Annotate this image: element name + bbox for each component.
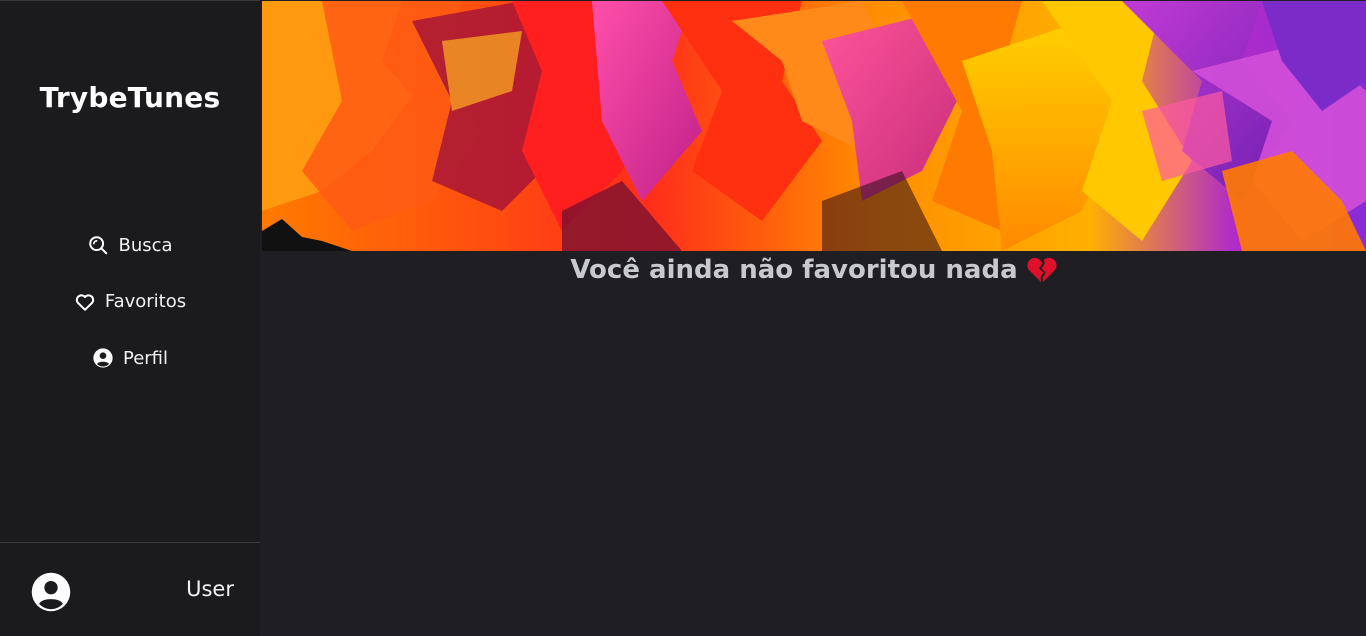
app-root: TrybeTunes Busca Favoritos Perfil User V… <box>0 0 1366 636</box>
banner-image <box>262 1 1366 251</box>
nav-item-label: Busca <box>118 234 173 256</box>
sidebar: TrybeTunes Busca Favoritos Perfil User <box>0 0 260 636</box>
sidebar-nav: Busca Favoritos Perfil <box>0 230 260 400</box>
nav-item-perfil[interactable]: Perfil <box>0 343 260 373</box>
brand-logo[interactable]: TrybeTunes <box>0 81 260 114</box>
nav-item-favoritos[interactable]: Favoritos <box>0 287 260 317</box>
sidebar-user-footer: User <box>0 542 260 636</box>
nav-item-busca[interactable]: Busca <box>0 230 260 260</box>
user-circle-icon <box>92 347 114 369</box>
heart-outline-icon <box>74 291 96 313</box>
user-circle-icon[interactable] <box>30 571 72 613</box>
main-content: Você ainda não favoritou nada <box>262 0 1366 636</box>
empty-favorites-message: Você ainda não favoritou nada <box>262 255 1366 285</box>
broken-heart-icon <box>1026 255 1058 285</box>
empty-favorites-text: Você ainda não favoritou nada <box>570 255 1018 285</box>
nav-item-label: Perfil <box>122 347 169 369</box>
search-icon <box>87 234 109 256</box>
username-label[interactable]: User <box>186 577 234 601</box>
nav-item-label: Favoritos <box>104 291 187 312</box>
